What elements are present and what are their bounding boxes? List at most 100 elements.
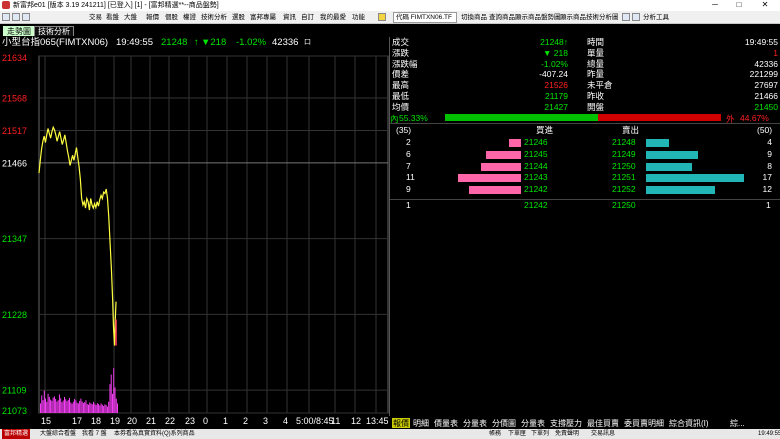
instrument-name: 小型台指065(FIMTXN06) bbox=[2, 37, 109, 48]
volume-bar bbox=[57, 400, 59, 413]
volume-bar bbox=[115, 398, 117, 413]
tab-technical[interactable]: 技術分析 bbox=[34, 26, 74, 36]
ask-total: (50) bbox=[757, 125, 773, 135]
intraday-chart[interactable]: 21634 21568 21517 21466 21347 21228 21109 21073 bbox=[0, 52, 390, 416]
detail-tab[interactable]: 報價 bbox=[392, 418, 410, 428]
menu-item-screener[interactable]: 選股 bbox=[232, 11, 245, 24]
tab-intraday[interactable]: 走勢圖 bbox=[3, 26, 35, 36]
close-button[interactable]: ✕ bbox=[756, 0, 774, 11]
show-technical-button[interactable]: 顯示商品技術分析圖 bbox=[560, 11, 619, 24]
detail-tab[interactable]: 支撐壓力 bbox=[550, 418, 582, 428]
status-fubon[interactable]: 富邦精選 bbox=[2, 429, 31, 439]
detail-tabs: 報價 明細 價量表 分量表 分價圖 分量表 支撐壓力 最佳買賣 委買賣明細 綜合資訊(I) 綜... bbox=[392, 418, 780, 428]
status-clock: 19:49:55 bbox=[758, 431, 780, 437]
volume-bar bbox=[76, 402, 78, 413]
volume-bar bbox=[80, 398, 82, 413]
show-intraday-button[interactable]: 顯示商品盤勢圖 bbox=[515, 11, 561, 24]
status-account[interactable]: 帳務 bbox=[489, 429, 501, 439]
time-tick-label: 0 bbox=[203, 416, 209, 426]
menu-item-favorites[interactable]: 我的最愛 bbox=[320, 11, 346, 24]
menu-item-fubon[interactable]: 富邦專屬 bbox=[250, 11, 276, 24]
detail-tab[interactable]: 綜合資訊(I) bbox=[669, 418, 709, 428]
price-change-pct: -1.02% bbox=[236, 37, 267, 48]
detail-tab[interactable]: 價量表 bbox=[434, 418, 458, 428]
detail-tab[interactable]: 最佳買賣 bbox=[587, 418, 619, 428]
book-row[interactable]: 6 21245 21249 9 bbox=[390, 149, 780, 161]
detail-tab[interactable]: 明細 bbox=[413, 418, 429, 428]
detail-tab[interactable]: 分量表 bbox=[521, 418, 545, 428]
menu-item-info[interactable]: 資訊 bbox=[283, 11, 296, 24]
book-row[interactable]: 9 21242 21252 12 bbox=[390, 184, 780, 196]
ask-qty: 8 bbox=[767, 160, 772, 171]
window-icon[interactable] bbox=[22, 13, 30, 21]
star-icon[interactable] bbox=[378, 13, 386, 21]
volume-bar bbox=[87, 404, 89, 413]
analysis-tools-menu[interactable]: 分析工具 bbox=[643, 11, 669, 24]
minimize-button[interactable]: ─ bbox=[706, 0, 724, 11]
intraday-chart-svg[interactable]: 21634 21568 21517 21466 21347 21228 21109 21073 bbox=[0, 52, 390, 416]
quote-value: 42336 bbox=[754, 58, 778, 69]
book-header: (35) 買進 賣出 (50) bbox=[390, 125, 780, 137]
inner-bar bbox=[445, 114, 598, 121]
pencil-icon[interactable] bbox=[632, 13, 640, 21]
menu-item-custom[interactable]: 自訂 bbox=[301, 11, 314, 24]
status-order-bar[interactable]: 下單列 bbox=[531, 429, 549, 439]
menu-item-watch[interactable]: 看盤 bbox=[106, 11, 119, 24]
volume-bar bbox=[86, 404, 88, 413]
menu-item-technical[interactable]: 技術分析 bbox=[201, 11, 227, 24]
detail-tab[interactable]: 分量表 bbox=[463, 418, 487, 428]
volume-bar bbox=[74, 398, 76, 413]
detail-tab[interactable]: 委買賣明細 bbox=[624, 418, 664, 428]
volume-bar bbox=[40, 403, 41, 413]
menu-icon[interactable] bbox=[12, 13, 20, 21]
quote-label: 開盤 bbox=[587, 101, 605, 112]
book-row[interactable]: 11 21243 21251 17 bbox=[390, 172, 780, 184]
book-row[interactable]: 7 21244 21250 8 bbox=[390, 161, 780, 173]
volume-bar bbox=[45, 398, 47, 413]
y-tick-label: 21347 bbox=[2, 234, 27, 244]
order-book: (35) 買進 賣出 (50) 2 21246 21248 4 6 21245 21249 9… bbox=[390, 123, 780, 210]
menu-item-trade[interactable]: 交易 bbox=[89, 11, 102, 24]
status-market-overview[interactable]: 大盤綜合看盤 bbox=[40, 429, 76, 439]
status-trade-msg[interactable]: 交易訊息 bbox=[591, 429, 615, 439]
volume-bar bbox=[84, 402, 86, 413]
detail-tab[interactable]: 分價圖 bbox=[492, 418, 516, 428]
status-order-box[interactable]: 下單匣 bbox=[508, 429, 526, 439]
bid-qty: 9 bbox=[406, 184, 411, 195]
switch-product-button[interactable]: 切換商品 bbox=[461, 11, 487, 24]
volume-bar bbox=[60, 398, 62, 413]
detail-tab[interactable]: 綜... bbox=[730, 418, 745, 428]
menu-item-stock[interactable]: 個股 bbox=[165, 11, 178, 24]
status-bar: 富邦精選 大盤綜合看盤 我看 7 盤 本券看為真實資料(Q)系列商品 帳務 下單… bbox=[0, 429, 780, 439]
menu-item-quote[interactable]: 報價 bbox=[146, 11, 159, 24]
home-icon[interactable] bbox=[2, 13, 10, 21]
view-tabs: 走勢圖 技術分析 bbox=[0, 25, 390, 36]
volume-bar bbox=[95, 405, 97, 413]
bid-total: (35) bbox=[396, 125, 412, 135]
code-input[interactable]: 代碼 FIMTXN06.TF bbox=[393, 12, 457, 23]
volume-bar bbox=[101, 404, 103, 413]
quote-value: 21466 bbox=[754, 91, 778, 101]
book-row[interactable]: 2 21246 21248 4 bbox=[390, 137, 780, 149]
volume-bar bbox=[105, 405, 107, 413]
ask-qty: 17 bbox=[762, 172, 772, 183]
outer-pct: 44.67% bbox=[740, 113, 769, 123]
status-watch[interactable]: 我看 7 盤 bbox=[82, 429, 107, 439]
status-disclaimer[interactable]: 免責聲明 bbox=[555, 429, 579, 439]
volume-bar bbox=[104, 404, 106, 413]
volume-bar bbox=[48, 397, 50, 413]
maximize-button[interactable]: □ bbox=[730, 0, 748, 11]
menu-item-warrant[interactable]: 權證 bbox=[183, 11, 196, 24]
cursor-icon[interactable] bbox=[622, 13, 630, 21]
menu-item-market[interactable]: 大盤 bbox=[124, 11, 137, 24]
quote-row: 最高 21526 未平倉 27697 bbox=[390, 80, 780, 91]
volume-bar bbox=[62, 400, 64, 413]
volume-bar bbox=[98, 404, 100, 413]
volume-bar bbox=[52, 397, 54, 413]
quote-value: ▼ 218 bbox=[543, 47, 568, 58]
search-product-button[interactable]: 查詢商品 bbox=[489, 11, 515, 24]
quote-row: 最低 21179 昨收 21466 bbox=[390, 91, 780, 102]
volume-bar bbox=[91, 404, 93, 413]
volume-bar bbox=[100, 403, 102, 413]
menu-item-functions[interactable]: 功能 bbox=[352, 11, 365, 24]
